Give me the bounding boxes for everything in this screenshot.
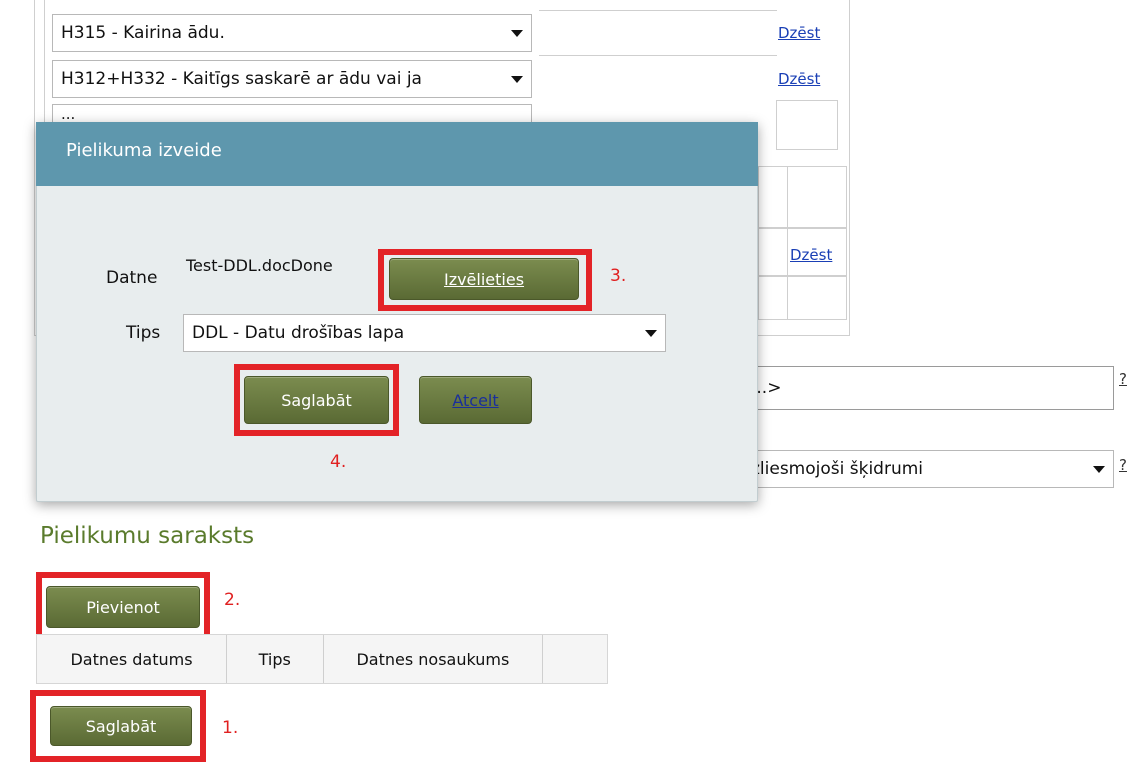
type-select[interactable]: DDL - Datu drošības lapa (183, 314, 666, 352)
grid-cell (758, 166, 788, 228)
name-input[interactable]: ...> (742, 366, 1114, 410)
column-header-date[interactable]: Datnes datums (37, 635, 227, 683)
attachments-title: Pielikumu saraksts (40, 523, 255, 549)
hazard-select-3-partial[interactable]: ... (52, 104, 532, 124)
dialog-cancel-button[interactable]: Atcelt (419, 376, 532, 424)
highlight-box-2 (36, 572, 210, 640)
hazard-select-2[interactable]: H312+H332 - Kaitīgs saskarē ar ādu vai j… (52, 60, 532, 98)
hazard-row-3-cell (776, 100, 838, 150)
column-header-name[interactable]: Datnes nosaukums (324, 635, 544, 683)
help-icon[interactable]: ? (1119, 370, 1127, 388)
chevron-down-icon (1093, 466, 1105, 473)
step-number-3: 3. (610, 266, 627, 286)
highlight-box-3 (378, 249, 592, 311)
chevron-down-icon (511, 76, 523, 83)
delete-link-1[interactable]: Dzēst (778, 24, 820, 42)
highlight-box-4 (234, 364, 399, 436)
delete-link-2[interactable]: Dzēst (778, 70, 820, 88)
grid-cell (787, 276, 847, 320)
step-number-1: 1. (222, 718, 239, 738)
category-select[interactable]: zliesmojoši šķidrumi (742, 450, 1114, 488)
attachments-table-header: Datnes datums Tips Datnes nosaukums (36, 634, 608, 684)
step-number-2: 2. (224, 590, 241, 610)
hazard-row-1-spacer (539, 10, 777, 56)
chevron-down-icon (645, 330, 657, 337)
hazard-select-1[interactable]: H315 - Kairina ādu. (52, 14, 532, 52)
file-value: Test-DDL.docDone (186, 256, 333, 275)
step-number-4: 4. (330, 452, 347, 472)
help-icon[interactable]: ? (1119, 456, 1127, 474)
file-label: Datne (106, 268, 158, 288)
grid-cell (758, 228, 788, 276)
column-header-actions (543, 635, 607, 683)
dialog-title: Pielikuma izveide (66, 140, 222, 161)
grid-cell (758, 276, 788, 320)
grid-cell (787, 166, 847, 228)
chevron-down-icon (511, 30, 523, 37)
delete-link-3[interactable]: Dzēst (790, 246, 832, 264)
type-label: Tips (126, 323, 161, 343)
highlight-box-1 (30, 690, 206, 762)
column-header-type[interactable]: Tips (227, 635, 324, 683)
